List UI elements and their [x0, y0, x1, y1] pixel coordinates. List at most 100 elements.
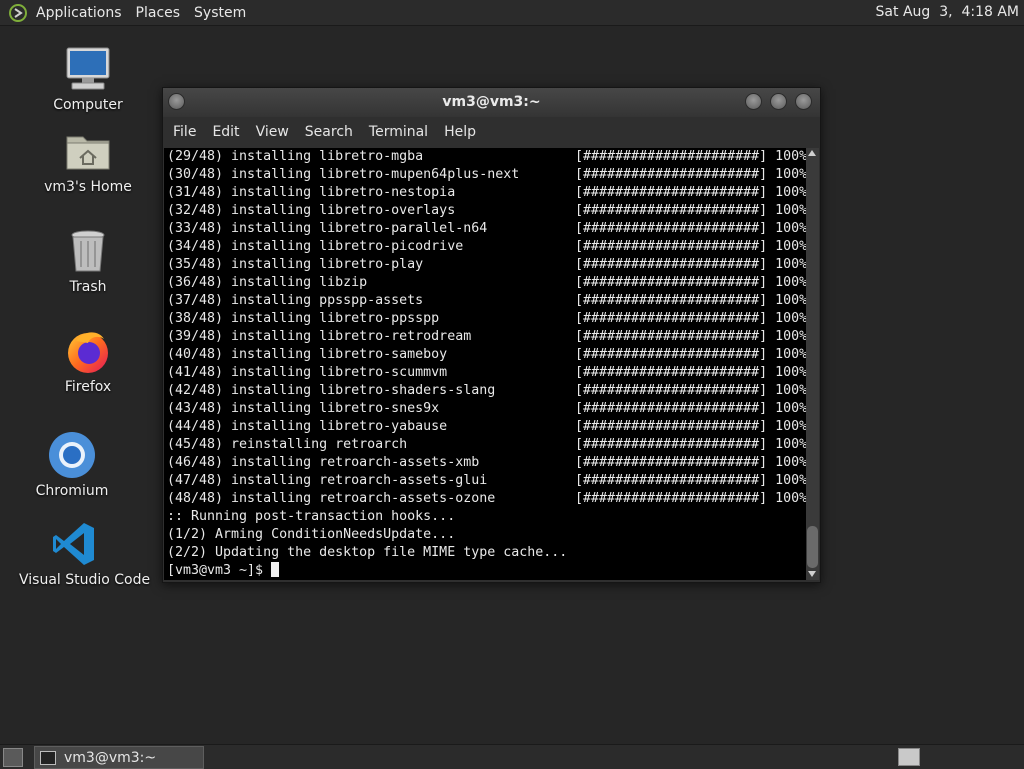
install-step-text: (38/48) installing libretro-ppsspp	[167, 311, 440, 326]
menu-terminal[interactable]: Terminal	[361, 124, 436, 140]
progress-bar-text: [######################] 100%	[575, 149, 806, 164]
menu-file[interactable]: File	[165, 124, 204, 140]
scroll-up-arrow-icon[interactable]	[808, 150, 816, 156]
desktop-icon-label: Visual Studio Code	[19, 572, 151, 588]
workspace-switcher[interactable]	[898, 748, 920, 766]
terminal-line: (34/48) installing libretro-picodrive [##…	[167, 238, 806, 256]
install-step-text: (43/48) installing libretro-snes9x	[167, 401, 440, 416]
terminal-line: (31/48) installing libretro-nestopia [###…	[167, 184, 806, 202]
show-desktop-icon[interactable]	[3, 748, 23, 767]
terminal-line: (32/48) installing libretro-overlays [###…	[167, 202, 806, 220]
progress-bar-text: [######################] 100%	[575, 203, 806, 218]
prompt-text: [vm3@vm3 ~]$	[167, 563, 272, 578]
home-folder-icon	[64, 127, 112, 175]
install-step-text: (37/48) installing ppsspp-assets	[167, 293, 424, 308]
maximize-button[interactable]	[770, 93, 787, 110]
terminal-line: (30/48) installing libretro-mupen64plus-…	[167, 166, 806, 184]
vscode-icon	[50, 520, 98, 568]
menu-help[interactable]: Help	[436, 124, 484, 140]
install-step-text: (42/48) installing libretro-shaders-slan…	[167, 383, 496, 398]
progress-bar-text: [######################] 100%	[575, 383, 806, 398]
desktop-icon-trash[interactable]: Trash	[33, 227, 143, 295]
taskbar-terminal-button[interactable]: vm3@vm3:~	[34, 746, 204, 769]
desktop-icon-home[interactable]: vm3's Home	[33, 127, 143, 195]
progress-bar-text: [######################] 100%	[575, 257, 806, 272]
terminal-window[interactable]: vm3@vm3:~ File Edit View Search Terminal…	[162, 87, 821, 583]
desktop-icon-computer[interactable]: Computer	[33, 45, 143, 113]
progress-bar-text: [######################] 100%	[575, 167, 806, 182]
progress-bar-text: [######################] 100%	[575, 311, 806, 326]
progress-bar-text: [######################] 100%	[575, 437, 806, 452]
terminal-line: (41/48) installing libretro-scummvm [####…	[167, 364, 806, 382]
desktop-icon-label: Trash	[69, 279, 107, 295]
terminal-line: (47/48) installing retroarch-assets-glui…	[167, 472, 806, 490]
terminal-line: (38/48) installing libretro-ppsspp [#####…	[167, 310, 806, 328]
menu-edit[interactable]: Edit	[204, 124, 247, 140]
terminal-line: (29/48) installing libretro-mgba [#######…	[167, 148, 806, 166]
desktop-icon-vscode[interactable]: Visual Studio Code	[19, 520, 151, 588]
install-step-text: (48/48) installing retroarch-assets-ozon…	[167, 491, 496, 506]
progress-bar-text: [######################] 100%	[575, 185, 806, 200]
window-titlebar[interactable]: vm3@vm3:~	[163, 88, 820, 117]
desktop-icon-firefox[interactable]: Firefox	[33, 327, 143, 395]
progress-bar-text: [######################] 100%	[575, 401, 806, 416]
install-step-text: (30/48) installing libretro-mupen64plus-…	[167, 167, 520, 182]
scroll-down-arrow-icon[interactable]	[808, 571, 816, 577]
terminal-line: (39/48) installing libretro-retrodream [#…	[167, 328, 806, 346]
install-step-text: (34/48) installing libretro-picodrive	[167, 239, 464, 254]
clock[interactable]: Sat Aug 3, 4:18 AM	[876, 4, 1019, 20]
terminal-line: (2/2) Updating the desktop file MIME typ…	[167, 545, 568, 560]
progress-bar-text: [######################] 100%	[575, 293, 806, 308]
desktop-icon-label: vm3's Home	[44, 179, 132, 195]
progress-bar-text: [######################] 100%	[575, 419, 806, 434]
install-step-text: (33/48) installing libretro-parallel-n64	[167, 221, 488, 236]
minimize-button[interactable]	[745, 93, 762, 110]
terminal-line: (37/48) installing ppsspp-assets [#######…	[167, 292, 806, 310]
install-step-text: (36/48) installing libzip	[167, 275, 368, 290]
shell-prompt[interactable]: [vm3@vm3 ~]$	[167, 562, 806, 580]
progress-bar-text: [######################] 100%	[575, 455, 806, 470]
terminal-line: (35/48) installing libretro-play [#######…	[167, 256, 806, 274]
top-panel: Applications Places System Sat Aug 3, 4:…	[0, 0, 1024, 26]
install-step-text: (31/48) installing libretro-nestopia	[167, 185, 456, 200]
places-menu[interactable]: Places	[130, 5, 189, 21]
progress-bar-text: [######################] 100%	[575, 221, 806, 236]
system-menu[interactable]: System	[188, 5, 254, 21]
install-step-text: (29/48) installing libretro-mgba	[167, 149, 424, 164]
terminal-line: (42/48) installing libretro-shaders-slan…	[167, 382, 806, 400]
terminal-line: :: Running post-transaction hooks...	[167, 509, 456, 524]
close-button[interactable]	[795, 93, 812, 110]
terminal-line: (44/48) installing libretro-yabause [####…	[167, 418, 806, 436]
progress-bar-text: [######################] 100%	[575, 239, 806, 254]
terminal-line: (1/2) Arming ConditionNeedsUpdate...	[167, 527, 456, 542]
install-step-text: (47/48) installing retroarch-assets-glui	[167, 473, 488, 488]
install-step-text: (46/48) installing retroarch-assets-xmb	[167, 455, 480, 470]
progress-bar-text: [######################] 100%	[575, 491, 806, 506]
scrollbar-thumb[interactable]	[807, 526, 818, 568]
applications-menu[interactable]: Applications	[33, 5, 130, 21]
taskbar-label: vm3@vm3:~	[64, 749, 157, 766]
install-step-text: (41/48) installing libretro-scummvm	[167, 365, 448, 380]
bottom-panel: vm3@vm3:~	[0, 744, 1024, 769]
terminal-line: (33/48) installing libretro-parallel-n64…	[167, 220, 806, 238]
progress-bar-text: [######################] 100%	[575, 473, 806, 488]
install-step-text: (40/48) installing libretro-sameboy	[167, 347, 448, 362]
progress-bar-text: [######################] 100%	[575, 275, 806, 290]
firefox-icon	[64, 327, 112, 375]
desktop-icon-chromium[interactable]: Chromium	[17, 431, 127, 499]
progress-bar-text: [######################] 100%	[575, 365, 806, 380]
terminal-output[interactable]: (29/48) installing libretro-mgba [#######…	[164, 148, 806, 580]
terminal-scrollbar[interactable]	[806, 148, 819, 580]
menu-search[interactable]: Search	[297, 124, 361, 140]
install-step-text: (32/48) installing libretro-overlays	[167, 203, 456, 218]
progress-bar-text: [######################] 100%	[575, 329, 806, 344]
progress-bar-text: [######################] 100%	[575, 347, 806, 362]
install-step-text: (44/48) installing libretro-yabause	[167, 419, 448, 434]
window-menubar: File Edit View Search Terminal Help	[163, 117, 820, 147]
menu-view[interactable]: View	[248, 124, 297, 140]
window-title: vm3@vm3:~	[442, 94, 541, 110]
trash-icon	[64, 227, 112, 275]
computer-icon	[64, 45, 112, 93]
distro-logo-icon[interactable]	[8, 3, 28, 23]
terminal-line: (45/48) reinstalling retroarch [#########…	[167, 436, 806, 454]
